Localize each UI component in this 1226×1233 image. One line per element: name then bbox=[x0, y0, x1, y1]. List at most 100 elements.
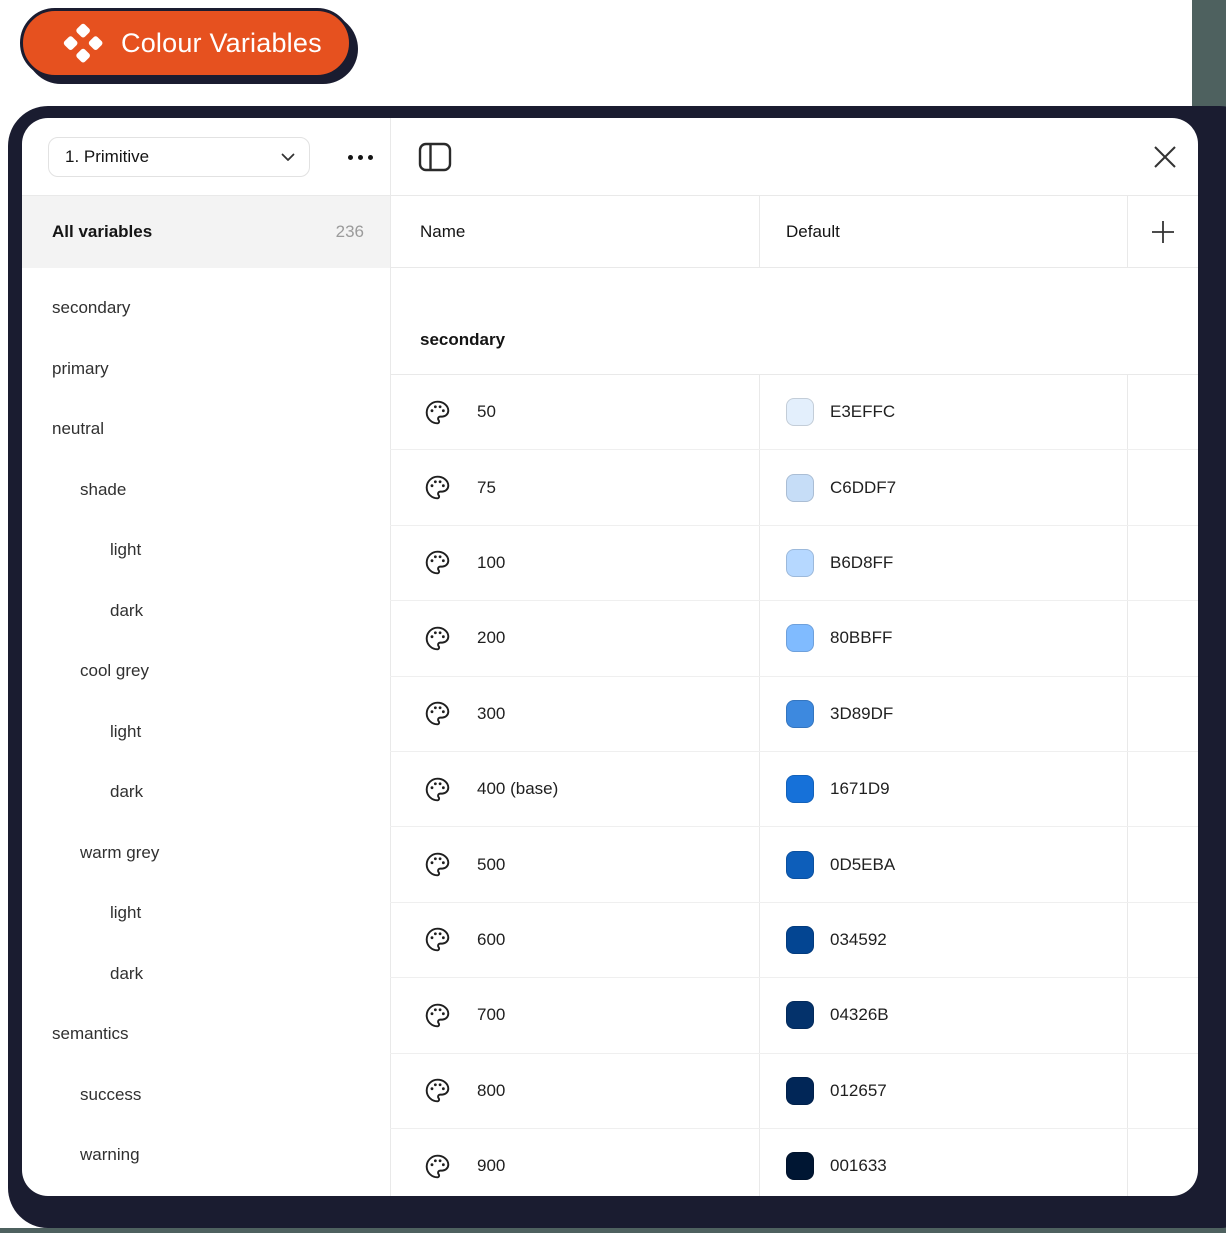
variable-row[interactable]: 50 E3EFFC bbox=[390, 375, 1198, 450]
variable-row-spacer bbox=[1128, 978, 1198, 1052]
variable-name-cell: 50 bbox=[390, 375, 760, 449]
variables-diamonds-icon bbox=[63, 23, 103, 63]
sidebar-item-dark[interactable]: dark bbox=[22, 944, 390, 1005]
column-header-default: Default bbox=[760, 196, 1128, 267]
variable-hex-value: 80BBFF bbox=[830, 628, 892, 648]
sidebar-item-light[interactable]: light bbox=[22, 520, 390, 581]
variable-name-cell: 300 bbox=[390, 677, 760, 751]
variable-default-cell: 1671D9 bbox=[760, 752, 1128, 826]
color-swatch[interactable] bbox=[786, 549, 814, 577]
palette-icon bbox=[424, 399, 451, 426]
variables-sidebar: All variables 236 secondary primary neut… bbox=[22, 196, 390, 1196]
sidebar-item-dark[interactable]: dark bbox=[22, 762, 390, 823]
sidebar-item-warm-grey[interactable]: warm grey bbox=[22, 823, 390, 884]
sidebar-item-success[interactable]: success bbox=[22, 1065, 390, 1126]
sidebar-group-list: secondary primary neutral shade light da… bbox=[22, 278, 390, 1186]
variable-name-cell: 100 bbox=[390, 526, 760, 600]
variable-row[interactable]: 900 001633 bbox=[390, 1129, 1198, 1196]
variable-row[interactable]: 600 034592 bbox=[390, 903, 1198, 978]
variable-default-cell: 001633 bbox=[760, 1129, 1128, 1196]
variable-row[interactable]: 200 80BBFF bbox=[390, 601, 1198, 676]
palette-icon bbox=[424, 1002, 451, 1029]
variable-default-cell: 0D5EBA bbox=[760, 827, 1128, 901]
variable-hex-value: 012657 bbox=[830, 1081, 887, 1101]
variable-name: 900 bbox=[477, 1156, 505, 1176]
variables-table: Name Default secondary bbox=[390, 196, 1198, 1196]
variable-name-cell: 700 bbox=[390, 978, 760, 1052]
sidebar-item-semantics[interactable]: semantics bbox=[22, 1004, 390, 1065]
variable-default-cell: 80BBFF bbox=[760, 601, 1128, 675]
variable-row-spacer bbox=[1128, 375, 1198, 449]
badge-label: Colour Variables bbox=[121, 28, 322, 59]
variable-hex-value: 3D89DF bbox=[830, 704, 893, 724]
sidebar-item-dark[interactable]: dark bbox=[22, 581, 390, 642]
color-swatch[interactable] bbox=[786, 775, 814, 803]
add-variable-button[interactable] bbox=[1128, 196, 1198, 267]
table-header-row: Name Default bbox=[390, 196, 1198, 268]
variable-row-spacer bbox=[1128, 1129, 1198, 1196]
column-header-name: Name bbox=[390, 196, 760, 267]
variable-name: 700 bbox=[477, 1005, 505, 1025]
variable-default-cell: 3D89DF bbox=[760, 677, 1128, 751]
sidebar-group-label: light bbox=[110, 540, 141, 560]
sidebar-item-primary[interactable]: primary bbox=[22, 339, 390, 400]
variable-default-cell: 04326B bbox=[760, 978, 1128, 1052]
color-swatch[interactable] bbox=[786, 474, 814, 502]
variable-name-cell: 900 bbox=[390, 1129, 760, 1196]
color-swatch[interactable] bbox=[786, 624, 814, 652]
variable-name-cell: 75 bbox=[390, 450, 760, 524]
variable-name: 800 bbox=[477, 1081, 505, 1101]
variable-row[interactable]: 700 04326B bbox=[390, 978, 1198, 1053]
color-swatch[interactable] bbox=[786, 926, 814, 954]
variable-row-spacer bbox=[1128, 903, 1198, 977]
variable-hex-value: 1671D9 bbox=[830, 779, 890, 799]
variable-row-spacer bbox=[1128, 526, 1198, 600]
close-icon[interactable] bbox=[1150, 142, 1180, 172]
variable-name: 100 bbox=[477, 553, 505, 573]
color-swatch[interactable] bbox=[786, 1077, 814, 1105]
sidebar-group-label: light bbox=[110, 722, 141, 742]
toggle-sidebar-icon[interactable] bbox=[418, 142, 452, 172]
variable-name-cell: 600 bbox=[390, 903, 760, 977]
sidebar-group-label: primary bbox=[52, 359, 109, 379]
variable-row[interactable]: 75 C6DDF7 bbox=[390, 450, 1198, 525]
variable-row[interactable]: 500 0D5EBA bbox=[390, 827, 1198, 902]
variable-row[interactable]: 100 B6D8FF bbox=[390, 526, 1198, 601]
variable-hex-value: 034592 bbox=[830, 930, 887, 950]
color-swatch[interactable] bbox=[786, 700, 814, 728]
variables-panel: 1. Primitive All variables 236 secondary bbox=[22, 118, 1198, 1196]
sidebar-item-warning[interactable]: warning bbox=[22, 1125, 390, 1186]
collection-dropdown[interactable]: 1. Primitive bbox=[48, 137, 310, 177]
variable-name: 400 (base) bbox=[477, 779, 558, 799]
variable-row[interactable]: 400 (base) 1671D9 bbox=[390, 752, 1198, 827]
variable-name: 600 bbox=[477, 930, 505, 950]
variable-name-cell: 800 bbox=[390, 1054, 760, 1128]
variable-name-cell: 200 bbox=[390, 601, 760, 675]
sidebar-item-secondary[interactable]: secondary bbox=[22, 278, 390, 339]
variable-default-cell: B6D8FF bbox=[760, 526, 1128, 600]
variable-default-cell: E3EFFC bbox=[760, 375, 1128, 449]
color-swatch[interactable] bbox=[786, 398, 814, 426]
sidebar-item-light[interactable]: light bbox=[22, 702, 390, 763]
color-swatch[interactable] bbox=[786, 1001, 814, 1029]
variable-default-cell: C6DDF7 bbox=[760, 450, 1128, 524]
palette-icon bbox=[424, 776, 451, 803]
group-header-secondary: secondary bbox=[390, 268, 1198, 375]
sidebar-item-light[interactable]: light bbox=[22, 883, 390, 944]
collection-dropdown-value: 1. Primitive bbox=[65, 147, 149, 167]
sidebar-group-label: dark bbox=[110, 782, 143, 802]
sidebar-item-shade[interactable]: shade bbox=[22, 460, 390, 521]
color-swatch[interactable] bbox=[786, 1152, 814, 1180]
color-swatch[interactable] bbox=[786, 851, 814, 879]
more-options-button[interactable] bbox=[340, 118, 380, 196]
plus-icon bbox=[1150, 219, 1176, 245]
sidebar-group-label: warm grey bbox=[80, 843, 159, 863]
colour-variables-badge[interactable]: Colour Variables bbox=[20, 8, 352, 78]
variable-name: 500 bbox=[477, 855, 505, 875]
variable-row[interactable]: 800 012657 bbox=[390, 1054, 1198, 1129]
sidebar-item-all-variables[interactable]: All variables 236 bbox=[22, 196, 390, 268]
variable-row-spacer bbox=[1128, 827, 1198, 901]
sidebar-item-cool-grey[interactable]: cool grey bbox=[22, 641, 390, 702]
sidebar-item-neutral[interactable]: neutral bbox=[22, 399, 390, 460]
variable-row[interactable]: 300 3D89DF bbox=[390, 677, 1198, 752]
